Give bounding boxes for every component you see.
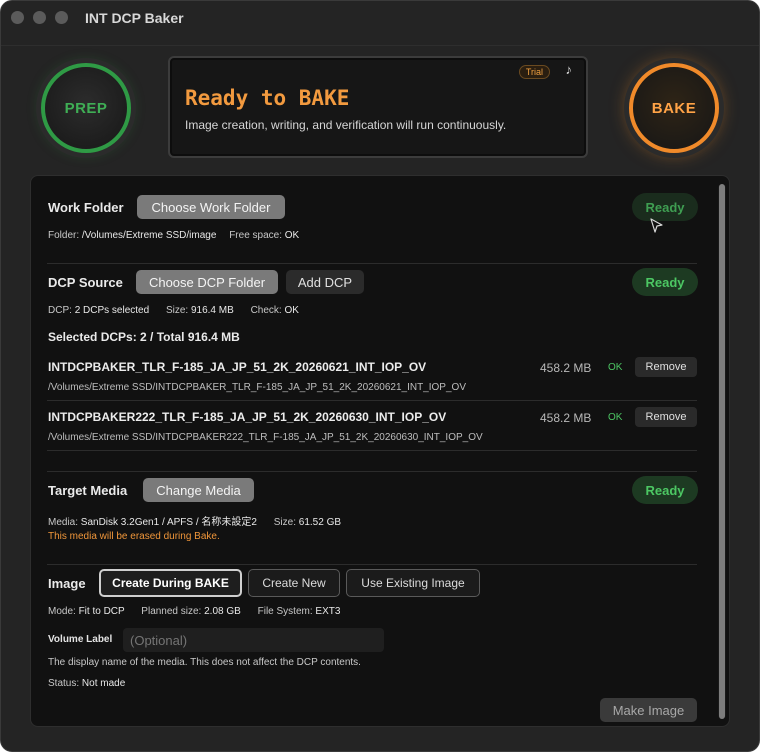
section-divider	[47, 564, 697, 565]
dcp-source-title: DCP Source	[48, 275, 123, 290]
dcp-item-path: /Volumes/Extreme SSD/INTDCPBAKER_TLR_F-1…	[48, 382, 466, 393]
dcp-check-label: Check:	[250, 305, 282, 316]
prep-button[interactable]: PREP	[41, 63, 131, 153]
image-info: Mode: Fit to DCP Planned size: 2.08 GB F…	[48, 606, 340, 617]
dcp-item-path: /Volumes/Extreme SSD/INTDCPBAKER222_TLR_…	[48, 432, 483, 443]
add-dcp-button[interactable]: Add DCP	[286, 270, 364, 294]
remove-dcp-button[interactable]: Remove	[635, 357, 697, 377]
erase-warning: This media will be erased during Bake.	[48, 531, 220, 542]
dcp-list-item: INTDCPBAKER_TLR_F-185_JA_JP_51_2K_202606…	[31, 354, 729, 398]
dcp-source-ready-badge: Ready	[632, 268, 698, 296]
volume-label-title: Volume Label	[48, 634, 113, 645]
status-panel: Trial ♪ Ready to BAKE Image creation, wr…	[168, 56, 588, 158]
dcp-size-label: Size:	[165, 305, 189, 316]
image-status-value: Not made	[81, 678, 126, 689]
prep-button-label: PREP	[64, 99, 108, 117]
dcp-source-info: DCP: 2 DCPs selected Size: 916.4 MB Chec…	[48, 305, 299, 316]
toolbar-divider	[1, 45, 759, 46]
title-bar: INT DCP Baker	[1, 1, 759, 35]
dcp-item-check: OK	[608, 412, 623, 423]
mode-label: Mode:	[48, 606, 76, 617]
section-divider	[47, 263, 697, 264]
media-size-label: Size:	[273, 517, 296, 528]
make-image-button[interactable]: Make Image	[600, 698, 697, 722]
dcp-label: DCP:	[48, 305, 72, 316]
tab-create-during-bake[interactable]: Create During BAKE	[99, 569, 242, 597]
bake-button-label: BAKE	[651, 99, 697, 117]
dcp-size-value: 916.4 MB	[190, 305, 234, 316]
tab-create-new[interactable]: Create New	[248, 569, 340, 597]
window-title: INT DCP Baker	[85, 10, 184, 26]
tab-use-existing-image[interactable]: Use Existing Image	[346, 569, 480, 597]
choose-dcp-folder-button[interactable]: Choose DCP Folder	[136, 270, 278, 294]
image-status-label: Status:	[48, 678, 80, 689]
remove-dcp-button[interactable]: Remove	[635, 407, 697, 427]
choose-work-folder-button[interactable]: Choose Work Folder	[137, 195, 285, 219]
target-media-ready-badge: Ready	[632, 476, 698, 504]
trial-badge: Trial	[518, 65, 550, 79]
dcp-item-check: OK	[608, 362, 623, 373]
list-divider	[47, 450, 697, 451]
zoom-window-button[interactable]	[55, 11, 68, 24]
dcp-list-item: INTDCPBAKER222_TLR_F-185_JA_JP_51_2K_202…	[31, 404, 729, 448]
scrollbar[interactable]	[718, 184, 726, 719]
dcp-item-name: INTDCPBAKER222_TLR_F-185_JA_JP_51_2K_202…	[48, 410, 447, 424]
image-title: Image	[48, 576, 86, 591]
dcp-check-value: OK	[284, 305, 299, 316]
scrollbar-thumb[interactable]	[719, 184, 725, 719]
work-folder-ready-badge: Ready	[632, 193, 698, 221]
mouse-cursor-icon	[650, 218, 663, 233]
volume-label-help: The display name of the media. This does…	[48, 657, 361, 668]
media-value: SanDisk 3.2Gen1 / APFS / 名称未設定2	[80, 517, 257, 528]
dcp-item-name: INTDCPBAKER_TLR_F-185_JA_JP_51_2K_202606…	[48, 360, 427, 374]
folder-label: Folder:	[48, 230, 80, 241]
selected-dcps-summary: Selected DCPs: 2 / Total 916.4 MB	[48, 330, 240, 344]
list-divider	[47, 400, 697, 401]
music-note-icon[interactable]: ♪	[566, 62, 573, 77]
dcp-item-size: 458.2 MB	[540, 411, 592, 425]
planned-size-label: Planned size:	[141, 606, 202, 617]
volume-label-input[interactable]	[123, 628, 384, 652]
status-title: Ready to BAKE	[185, 86, 350, 110]
media-label: Media:	[48, 517, 79, 528]
settings-panel: Work Folder Choose Work Folder Ready Fol…	[30, 175, 730, 727]
app-window: INT DCP Baker PREP Trial ♪ Ready to BAKE…	[0, 0, 760, 752]
dcp-item-size: 458.2 MB	[540, 361, 592, 375]
free-space-value: OK	[284, 230, 300, 241]
folder-value: /Volumes/Extreme SSD/image	[81, 230, 217, 241]
work-folder-info: Folder: /Volumes/Extreme SSD/image Free …	[48, 230, 299, 241]
image-status: Status: Not made	[48, 678, 125, 689]
status-subtitle: Image creation, writing, and verificatio…	[185, 118, 507, 132]
minimize-window-button[interactable]	[33, 11, 46, 24]
free-space-label: Free space:	[229, 230, 282, 241]
target-media-title: Target Media	[48, 483, 128, 498]
change-media-button[interactable]: Change Media	[143, 478, 254, 502]
dcp-value: 2 DCPs selected	[74, 305, 150, 316]
media-size-value: 61.52 GB	[298, 517, 342, 528]
work-folder-title: Work Folder	[48, 200, 124, 215]
planned-size-value: 2.08 GB	[204, 606, 241, 617]
mode-value: Fit to DCP	[78, 606, 125, 617]
file-system-label: File System:	[257, 606, 313, 617]
target-media-info: Media: SanDisk 3.2Gen1 / APFS / 名称未設定2 S…	[48, 513, 341, 528]
section-divider	[47, 471, 697, 472]
close-window-button[interactable]	[11, 11, 24, 24]
file-system-value: EXT3	[315, 606, 341, 617]
bake-button[interactable]: BAKE	[629, 63, 719, 153]
